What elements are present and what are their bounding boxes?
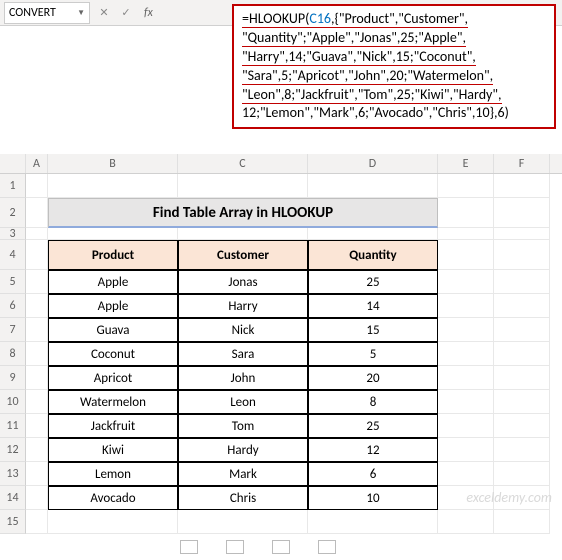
row-header[interactable]: 10 bbox=[0, 390, 26, 414]
cell-customer[interactable]: John bbox=[178, 366, 308, 390]
header-quantity[interactable]: Quantity bbox=[308, 240, 438, 270]
cell-product[interactable]: Apple bbox=[48, 294, 178, 318]
cell-customer[interactable]: Jonas bbox=[178, 270, 308, 294]
cell-customer[interactable]: Tom bbox=[178, 414, 308, 438]
cell-customer[interactable]: Mark bbox=[178, 462, 308, 486]
cell-customer[interactable]: Sara bbox=[178, 342, 308, 366]
row-header[interactable]: 9 bbox=[0, 366, 26, 390]
cell-customer[interactable]: Harry bbox=[178, 294, 308, 318]
page-layout-icon[interactable] bbox=[226, 540, 244, 554]
cell-quantity[interactable]: 8 bbox=[308, 390, 438, 414]
row-header[interactable]: 5 bbox=[0, 270, 26, 294]
cell-product[interactable]: Apple bbox=[48, 270, 178, 294]
row-header[interactable]: 15 bbox=[0, 510, 26, 534]
cell-quantity[interactable]: 6 bbox=[308, 462, 438, 486]
cell-customer[interactable]: Hardy bbox=[178, 438, 308, 462]
row-headers: 1 2 3 4 5 6 7 8 9 10 11 12 13 14 15 bbox=[0, 174, 26, 534]
view-icon[interactable] bbox=[318, 540, 336, 554]
cell-quantity[interactable]: 12 bbox=[308, 438, 438, 462]
row-header[interactable]: 7 bbox=[0, 318, 26, 342]
col-header-d[interactable]: D bbox=[308, 154, 438, 173]
select-all-corner[interactable] bbox=[0, 154, 26, 173]
row-header[interactable]: 12 bbox=[0, 438, 26, 462]
col-header-e[interactable]: E bbox=[438, 154, 494, 173]
cell-product[interactable]: Watermelon bbox=[48, 390, 178, 414]
cancel-icon[interactable]: ✕ bbox=[96, 5, 112, 21]
formula-bar-buttons: ✕ ✓ fx bbox=[96, 5, 153, 21]
cell-quantity[interactable]: 5 bbox=[308, 342, 438, 366]
row-header[interactable]: 13 bbox=[0, 462, 26, 486]
row-header[interactable]: 8 bbox=[0, 342, 26, 366]
table-row: CoconutSara5 bbox=[26, 342, 562, 366]
table-row: WatermelonLeon8 bbox=[26, 390, 562, 414]
cell-product[interactable]: Lemon bbox=[48, 462, 178, 486]
cell-quantity[interactable]: 20 bbox=[308, 366, 438, 390]
col-header-b[interactable]: B bbox=[48, 154, 178, 173]
row-header[interactable]: 11 bbox=[0, 414, 26, 438]
title-cell[interactable]: Find Table Array in HLOOKUP bbox=[48, 198, 438, 228]
cell-product[interactable]: Kiwi bbox=[48, 438, 178, 462]
fx-icon[interactable]: fx bbox=[144, 6, 153, 20]
col-header-f[interactable]: F bbox=[494, 154, 550, 173]
cell-quantity[interactable]: 14 bbox=[308, 294, 438, 318]
table-row: JackfruitTom25 bbox=[26, 414, 562, 438]
col-header-a[interactable]: A bbox=[26, 154, 48, 173]
cell-product[interactable]: Guava bbox=[48, 318, 178, 342]
cell-product[interactable]: Apricot bbox=[48, 366, 178, 390]
column-headers: A B C D E F bbox=[0, 154, 562, 174]
cell-product[interactable]: Coconut bbox=[48, 342, 178, 366]
row-header[interactable]: 3 bbox=[0, 228, 26, 240]
cell-product[interactable]: Avocado bbox=[48, 486, 178, 510]
col-header-c[interactable]: C bbox=[178, 154, 308, 173]
row-header[interactable]: 1 bbox=[0, 174, 26, 198]
normal-view-icon[interactable] bbox=[180, 540, 198, 554]
name-box[interactable]: CONVERT ▼ bbox=[4, 2, 90, 24]
name-box-value: CONVERT bbox=[9, 6, 56, 20]
cell-customer[interactable]: Leon bbox=[178, 390, 308, 414]
chevron-down-icon[interactable]: ▼ bbox=[77, 8, 85, 18]
row-header[interactable]: 6 bbox=[0, 294, 26, 318]
row-header[interactable]: 4 bbox=[0, 240, 26, 270]
cell-quantity[interactable]: 10 bbox=[308, 486, 438, 510]
page-break-icon[interactable] bbox=[272, 540, 290, 554]
table-row: AppleHarry14 bbox=[26, 294, 562, 318]
table-row: GuavaNick15 bbox=[26, 318, 562, 342]
header-product[interactable]: Product bbox=[48, 240, 178, 270]
row-header[interactable]: 14 bbox=[0, 486, 26, 510]
accept-icon[interactable]: ✓ bbox=[118, 5, 134, 21]
cell-quantity[interactable]: 25 bbox=[308, 270, 438, 294]
cell-quantity[interactable]: 15 bbox=[308, 318, 438, 342]
table-row: KiwiHardy12 bbox=[26, 438, 562, 462]
formula-bar-input[interactable]: =HLOOKUP(C16,{"Product","Customer", "Qua… bbox=[232, 4, 556, 129]
header-customer[interactable]: Customer bbox=[178, 240, 308, 270]
cell-product[interactable]: Jackfruit bbox=[48, 414, 178, 438]
cells-area[interactable]: Find Table Array in HLOOKUP Product Cust… bbox=[26, 174, 562, 534]
watermark: exceldemy.com bbox=[466, 489, 552, 506]
table-row: ApricotJohn20 bbox=[26, 366, 562, 390]
table-row: LemonMark6 bbox=[26, 462, 562, 486]
table-row: AppleJonas25 bbox=[26, 270, 562, 294]
status-bar-icons bbox=[180, 540, 336, 554]
cell-customer[interactable]: Chris bbox=[178, 486, 308, 510]
cell-quantity[interactable]: 25 bbox=[308, 414, 438, 438]
row-header[interactable]: 2 bbox=[0, 198, 26, 228]
cell-customer[interactable]: Nick bbox=[178, 318, 308, 342]
